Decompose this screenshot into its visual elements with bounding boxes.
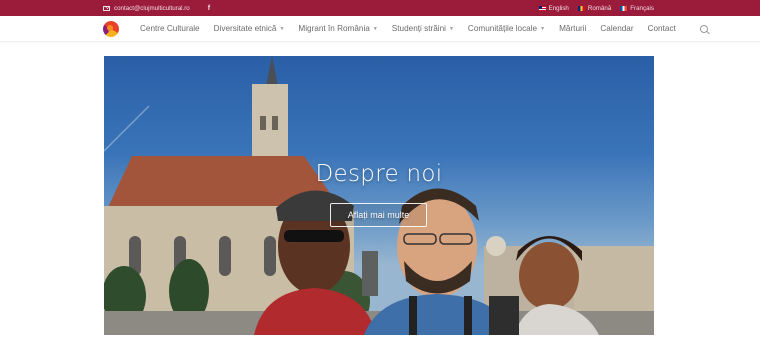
language-switcher: English Română Français xyxy=(538,4,654,12)
nav-item-marturii[interactable]: Mărturii xyxy=(559,24,586,33)
nav-item-centre-culturale[interactable]: Centre Culturale xyxy=(140,24,200,33)
chevron-down-icon: ▼ xyxy=(448,25,454,32)
nav-menu: Centre Culturale Diversitate etnică ▼ Mi… xyxy=(140,24,708,33)
nav-item-label: Calendar xyxy=(600,24,634,33)
contact-email-link[interactable]: contact@clujmulticultural.ro xyxy=(114,5,190,12)
nav-item-migrant-in-romania[interactable]: Migrant în România ▼ xyxy=(298,24,377,33)
nav-item-contact[interactable]: Contact xyxy=(648,24,676,33)
mail-icon xyxy=(103,5,110,11)
nav-item-comunitatile-locale[interactable]: Comunitățile locale ▼ xyxy=(468,24,545,33)
nav-item-calendar[interactable]: Calendar xyxy=(600,24,633,33)
flag-fr-icon xyxy=(620,5,628,11)
main-navigation: Centre Culturale Diversitate etnică ▼ Mi… xyxy=(0,16,760,42)
nav-item-label: Comunitățile locale xyxy=(467,24,538,33)
chevron-down-icon: ▼ xyxy=(279,25,285,32)
hero-photo xyxy=(104,56,654,335)
learn-more-button[interactable]: Aflați mai multe xyxy=(330,203,427,227)
flag-en-icon xyxy=(538,5,546,11)
site-logo[interactable] xyxy=(103,20,119,37)
language-label: Română xyxy=(587,4,612,12)
nav-item-label: Diversitate etnică xyxy=(213,24,277,33)
chevron-down-icon: ▼ xyxy=(540,25,546,32)
chevron-down-icon: ▼ xyxy=(372,25,378,32)
hero-banner: Despre noi Aflați mai multe xyxy=(104,56,654,335)
nav-item-label: Migrant în România xyxy=(298,24,370,33)
language-romana[interactable]: Română xyxy=(577,4,612,12)
flag-ro-icon xyxy=(577,5,585,11)
hero-title: Despre noi xyxy=(315,161,443,187)
facebook-icon[interactable]: f xyxy=(208,5,210,12)
nav-item-label: Contact xyxy=(647,24,676,33)
nav-item-label: Studenți străini xyxy=(391,24,446,33)
nav-item-studenti-straini[interactable]: Studenți străini ▼ xyxy=(392,24,454,33)
language-label: Français xyxy=(630,4,654,12)
top-bar-contact: contact@clujmulticultural.ro f xyxy=(103,5,210,12)
nav-item-label: Mărturii xyxy=(559,24,587,33)
nav-item-label: Centre Culturale xyxy=(140,24,200,33)
search-icon[interactable] xyxy=(699,24,708,33)
language-francais[interactable]: Français xyxy=(620,5,654,12)
language-label: English xyxy=(548,4,569,12)
language-english[interactable]: English xyxy=(538,4,569,12)
nav-item-diversitate-etnica[interactable]: Diversitate etnică ▼ xyxy=(214,24,285,33)
top-bar: contact@clujmulticultural.ro f English R… xyxy=(0,0,760,16)
